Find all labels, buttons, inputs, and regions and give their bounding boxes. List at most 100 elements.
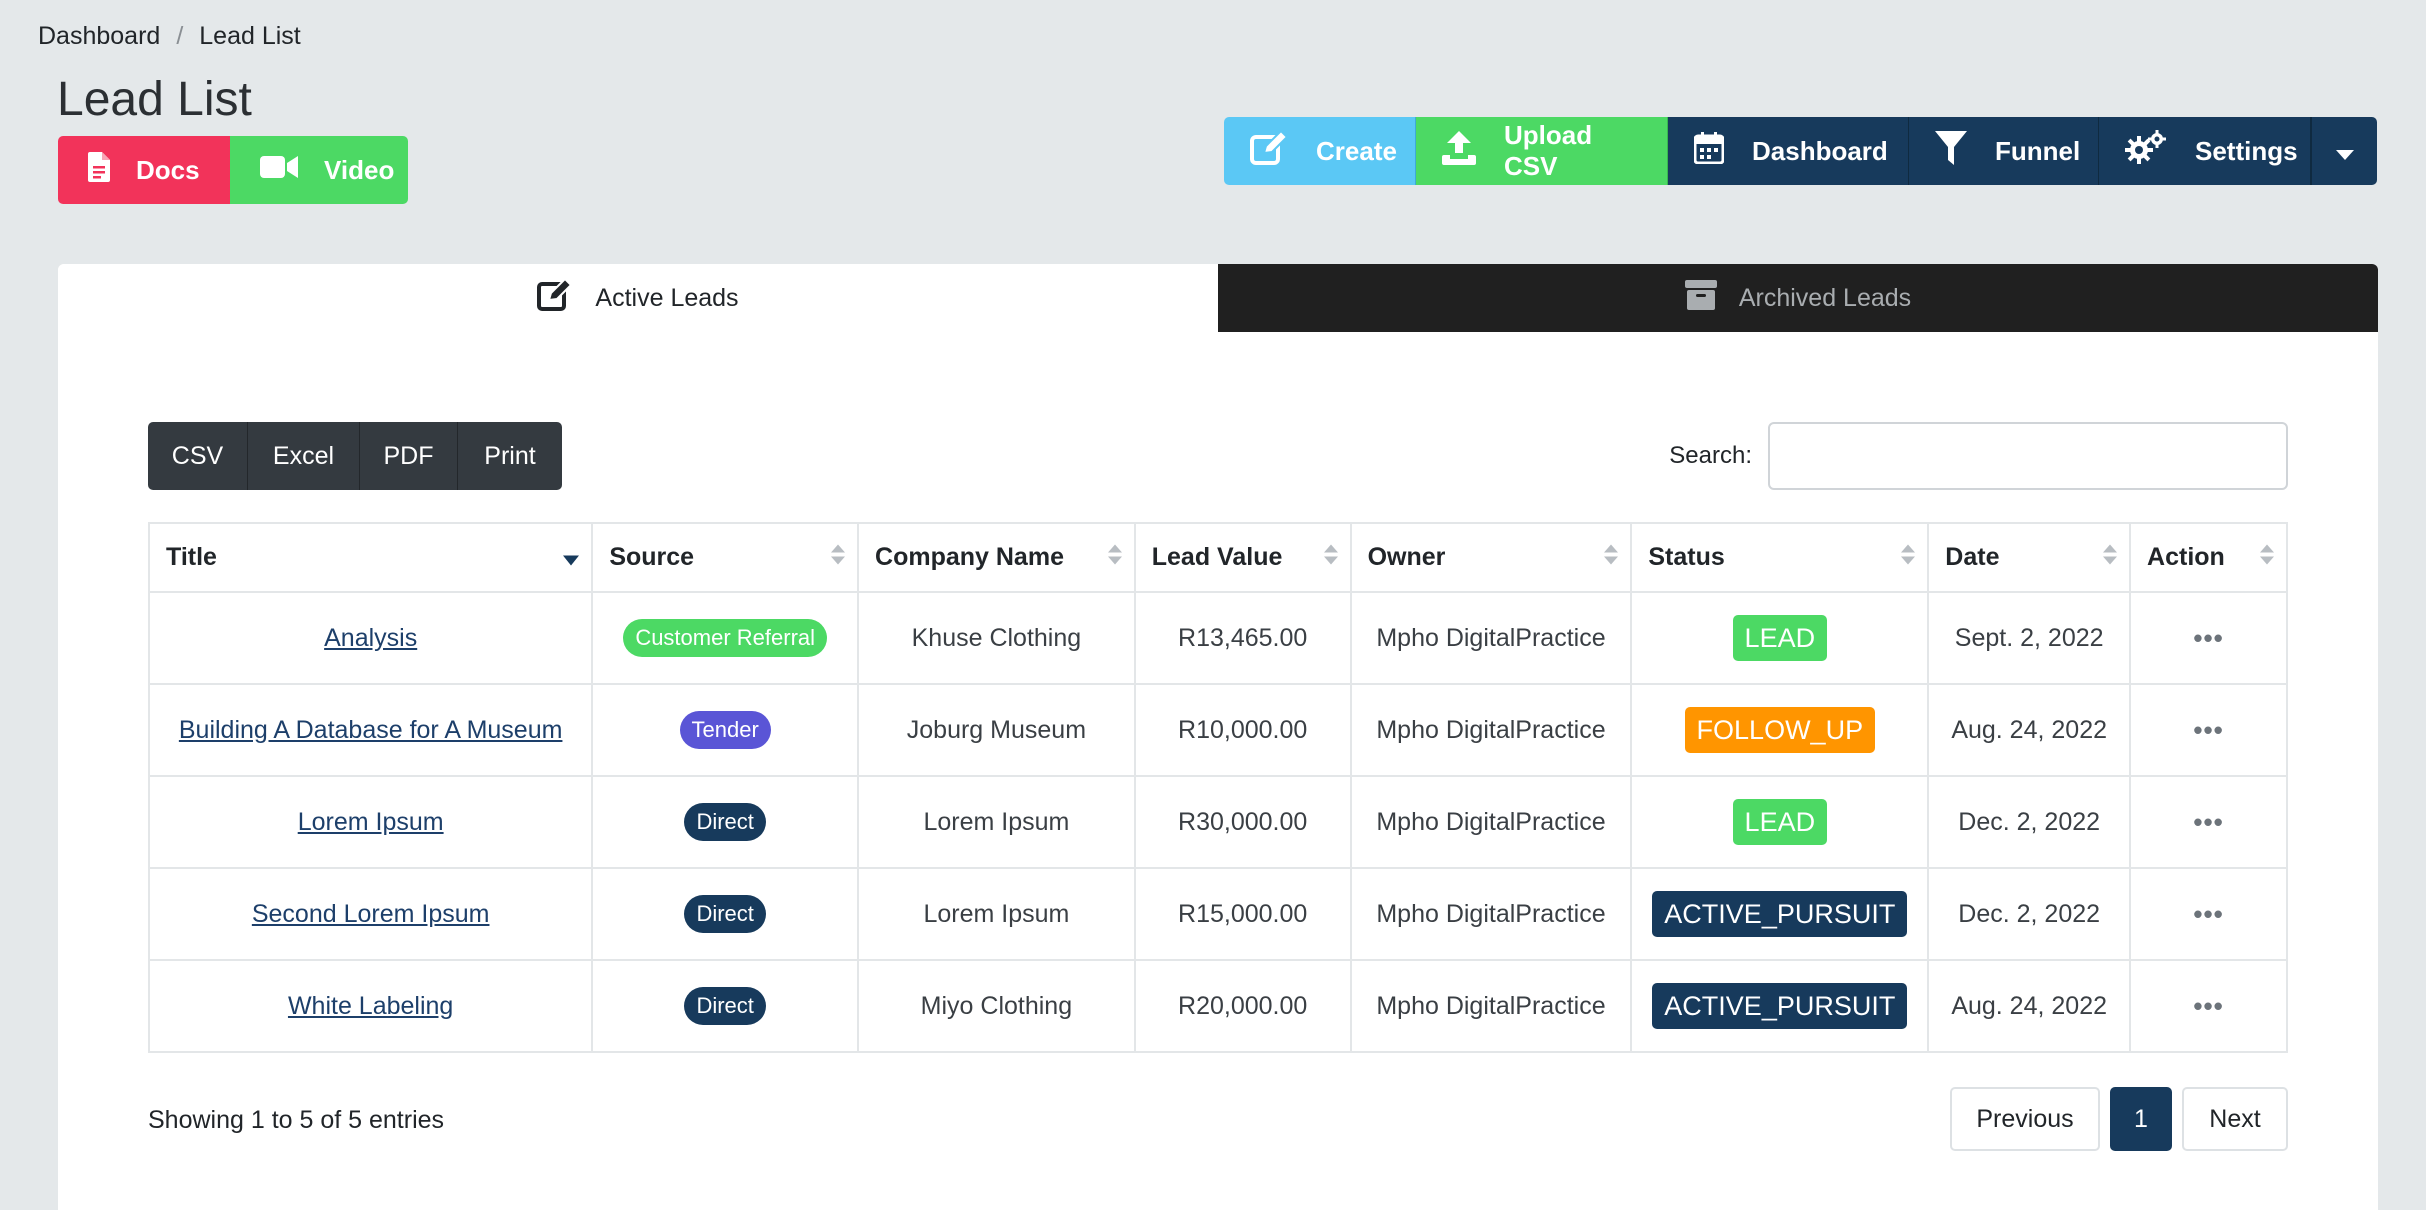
help-button-group: Docs Video xyxy=(58,136,408,204)
action-toolbar: Create Upload CSV Dashboard Funnel Setti… xyxy=(1224,117,2377,185)
table-body: Analysis Customer Referral Khuse Clothing R… xyxy=(147,591,2288,1053)
column-header-label: Source xyxy=(609,543,695,571)
column-header-source[interactable]: Source xyxy=(591,522,860,593)
previous-page-button[interactable]: Previous xyxy=(1950,1087,2100,1151)
cell-lead-value: R13,465.00 xyxy=(1133,591,1352,685)
cell-title: Analysis xyxy=(147,591,594,685)
source-badge: Direct xyxy=(684,802,766,842)
settings-label: Settings xyxy=(2195,135,2298,166)
table-row: Second Lorem Ipsum Direct Lorem Ipsum R15,0… xyxy=(147,867,2288,961)
cell-source: Direct xyxy=(591,775,860,869)
column-header-label: Lead Value xyxy=(1151,543,1283,571)
cell-date: Aug. 24, 2022 xyxy=(1927,683,2132,777)
cell-owner: Mpho DigitalPractice xyxy=(1349,867,1633,961)
page-1-button[interactable]: 1 xyxy=(2110,1087,2172,1151)
source-badge: Tender xyxy=(679,710,771,750)
cell-date: Dec. 2, 2022 xyxy=(1927,867,2132,961)
leads-card: Active Leads Archived Leads CSV Excel PD… xyxy=(58,264,2378,1210)
settings-button[interactable]: Settings xyxy=(2099,117,2311,185)
tab-archived-leads-label: Archived Leads xyxy=(1738,283,1912,312)
lead-title-link[interactable]: White Labeling xyxy=(288,992,453,1020)
table-row: White Labeling Direct Miyo Clothing R20,000… xyxy=(147,959,2288,1053)
cell-action: ••• xyxy=(2129,867,2288,961)
column-header-title[interactable]: Title xyxy=(147,522,594,593)
filter-funnel-icon xyxy=(1935,130,1967,172)
sort-icon xyxy=(1323,543,1338,572)
cell-status: LEAD xyxy=(1630,591,1930,685)
sort-icon xyxy=(1604,543,1619,572)
cell-title: Building A Database for A Museum xyxy=(147,683,594,777)
export-csv-button[interactable]: CSV xyxy=(148,422,248,490)
document-icon xyxy=(88,151,110,189)
edit-icon xyxy=(537,277,573,318)
cell-company: Lorem Ipsum xyxy=(857,775,1136,869)
column-header-date[interactable]: Date xyxy=(1927,522,2132,593)
cell-source: Customer Referral xyxy=(591,591,860,685)
column-header-owner[interactable]: Owner xyxy=(1349,522,1633,593)
column-header-action[interactable]: Action xyxy=(2129,522,2288,593)
cell-owner: Mpho DigitalPractice xyxy=(1349,959,1633,1053)
pagination: Previous 1 Next xyxy=(1950,1087,2288,1151)
cell-title: Lorem Ipsum xyxy=(147,775,594,869)
cell-action: ••• xyxy=(2129,775,2288,869)
sort-icon xyxy=(2103,543,2118,572)
status-badge: LEAD xyxy=(1732,614,1828,662)
cell-action: ••• xyxy=(2129,591,2288,685)
column-header-company[interactable]: Company Name xyxy=(857,522,1136,593)
column-header-lead-value[interactable]: Lead Value xyxy=(1133,522,1352,593)
tab-active-leads-label: Active Leads xyxy=(595,283,739,312)
lead-title-link[interactable]: Second Lorem Ipsum xyxy=(252,900,490,928)
lead-tabs: Active Leads Archived Leads xyxy=(58,264,2378,332)
docs-label: Docs xyxy=(136,154,200,185)
cell-company: Lorem Ipsum xyxy=(857,867,1136,961)
breadcrumb: Dashboard / Lead List xyxy=(38,22,301,51)
next-page-button[interactable]: Next xyxy=(2182,1087,2288,1151)
search-area: Search: xyxy=(1669,422,2288,490)
funnel-button[interactable]: Funnel xyxy=(1909,117,2099,185)
cell-date: Dec. 2, 2022 xyxy=(1927,775,2132,869)
tab-archived-leads[interactable]: Archived Leads xyxy=(1218,264,2378,332)
more-dropdown-button[interactable] xyxy=(2311,117,2377,185)
cell-company: Joburg Museum xyxy=(857,683,1136,777)
print-button[interactable]: Print xyxy=(458,422,562,490)
column-header-status[interactable]: Status xyxy=(1630,522,1930,593)
video-button[interactable]: Video xyxy=(230,136,408,204)
lead-title-link[interactable]: Building A Database for A Museum xyxy=(179,716,563,744)
sort-descending-icon xyxy=(563,543,580,572)
more-options-icon[interactable]: ••• xyxy=(2193,991,2223,1021)
upload-csv-button[interactable]: Upload CSV xyxy=(1416,117,1668,185)
create-button[interactable]: Create xyxy=(1224,117,1416,185)
breadcrumb-current: Lead List xyxy=(199,22,301,50)
tab-active-leads[interactable]: Active Leads xyxy=(58,264,1218,332)
cell-source: Direct xyxy=(591,867,860,961)
table-header-row: Title Source Company Name Lead Value Own… xyxy=(147,522,2288,593)
table-row: Lorem Ipsum Direct Lorem Ipsum R30,000.00 Mp… xyxy=(147,775,2288,869)
cell-lead-value: R20,000.00 xyxy=(1133,959,1352,1053)
breadcrumb-separator: / xyxy=(176,22,184,50)
more-options-icon[interactable]: ••• xyxy=(2193,807,2223,837)
cell-owner: Mpho DigitalPractice xyxy=(1349,775,1633,869)
cell-lead-value: R30,000.00 xyxy=(1133,775,1352,869)
source-badge: Direct xyxy=(684,894,766,934)
status-badge: LEAD xyxy=(1732,798,1828,846)
table-row: Analysis Customer Referral Khuse Clothing R… xyxy=(147,591,2288,685)
more-options-icon[interactable]: ••• xyxy=(2193,715,2223,745)
create-label: Create xyxy=(1316,135,1397,166)
sort-icon xyxy=(1107,543,1122,572)
cell-company: Khuse Clothing xyxy=(857,591,1136,685)
dashboard-button[interactable]: Dashboard xyxy=(1668,117,1909,185)
edit-icon xyxy=(1250,129,1289,172)
column-header-label: Action xyxy=(2147,543,2225,571)
export-pdf-button[interactable]: PDF xyxy=(360,422,458,490)
lead-title-link[interactable]: Lorem Ipsum xyxy=(298,808,444,836)
more-options-icon[interactable]: ••• xyxy=(2193,623,2223,653)
cell-title: Second Lorem Ipsum xyxy=(147,867,594,961)
more-options-icon[interactable]: ••• xyxy=(2193,899,2223,929)
funnel-label: Funnel xyxy=(1995,135,2081,166)
search-input[interactable] xyxy=(1768,422,2288,490)
docs-button[interactable]: Docs xyxy=(58,136,230,204)
lead-title-link[interactable]: Analysis xyxy=(324,624,417,652)
breadcrumb-dashboard[interactable]: Dashboard xyxy=(38,22,160,51)
export-excel-button[interactable]: Excel xyxy=(248,422,360,490)
search-label: Search: xyxy=(1669,442,1752,469)
